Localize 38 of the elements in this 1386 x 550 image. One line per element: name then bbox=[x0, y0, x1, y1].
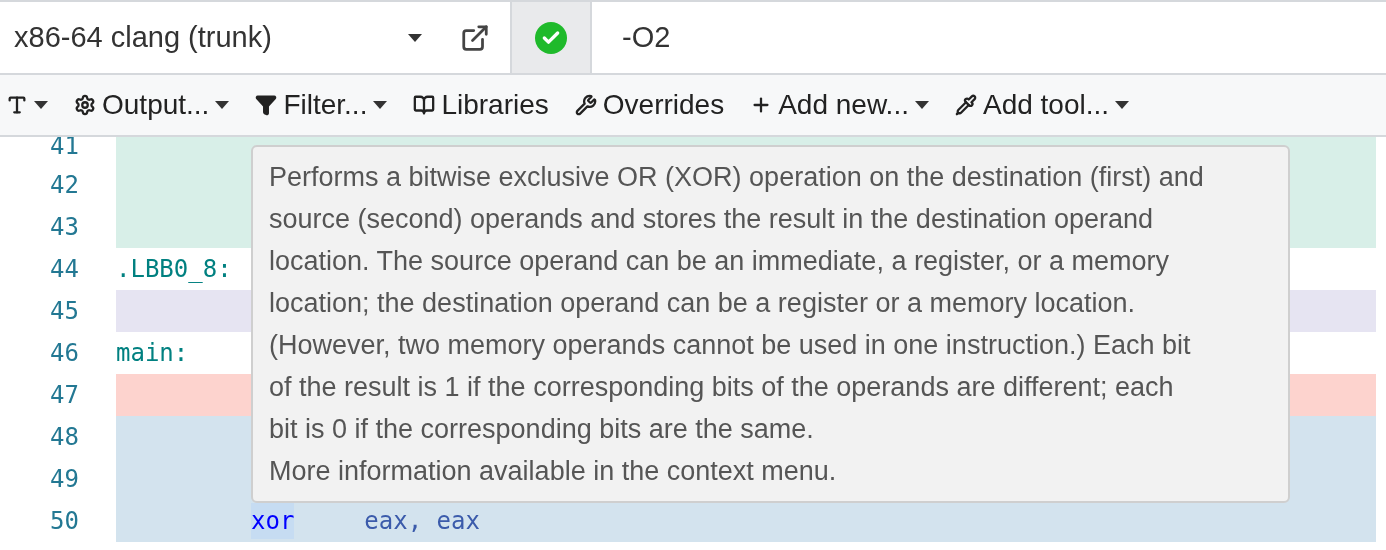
line-number: 46 bbox=[50, 338, 79, 369]
code-operands: eax, eax bbox=[364, 506, 480, 537]
overrides-menu-button[interactable]: Overrides bbox=[574, 84, 725, 126]
caret-icon bbox=[408, 33, 422, 42]
line-number: 50 bbox=[50, 506, 79, 537]
line-number: 48 bbox=[50, 422, 79, 453]
tool-menu-button[interactable]: Add tool... bbox=[954, 84, 1130, 126]
book-icon bbox=[413, 94, 436, 116]
line-number: 42 bbox=[50, 170, 79, 201]
line-number: 44 bbox=[50, 254, 79, 285]
gear-icon bbox=[74, 94, 96, 116]
external-link-icon bbox=[460, 22, 490, 53]
tooltip-text: location; the destination operand can be a register or a memory location. bbox=[269, 287, 1136, 320]
line-number: 47 bbox=[50, 380, 79, 411]
add-menu-button[interactable]: Add new... bbox=[750, 84, 929, 126]
tooltip-text: of the result is 1 if the corresponding bits of the operands are different; each bbox=[269, 371, 1175, 404]
wrench-icon bbox=[574, 94, 597, 116]
line-number: 45 bbox=[50, 296, 79, 327]
tooltip-text: bit is 0 if the corresponding bits are the same. bbox=[269, 413, 815, 446]
tooltip-text: More information available in the context menu. bbox=[269, 455, 838, 488]
font-icon bbox=[6, 94, 28, 116]
code-label: .LBB0_8: bbox=[116, 254, 232, 285]
line-number: 49 bbox=[50, 464, 79, 495]
tooltip-text: Performs a bitwise exclusive OR (XOR) operation on the destination (first) and bbox=[269, 161, 1205, 194]
font-menu-button[interactable] bbox=[6, 94, 48, 116]
dropper-icon bbox=[954, 94, 977, 116]
tooltip-text: location. The source operand can be an immediate, a register, or a memory bbox=[269, 245, 1170, 278]
filter-icon bbox=[255, 94, 278, 116]
libraries-menu-button[interactable]: Libraries bbox=[413, 84, 549, 126]
compiler-select[interactable]: x86-64 clang (trunk) bbox=[0, 2, 440, 73]
tooltip-text: (However, two memory operands cannot be used in one instruction.) Each bit bbox=[269, 329, 1192, 362]
filter-menu-button[interactable]: Filter... bbox=[255, 84, 388, 126]
output-menu-button[interactable]: Output... bbox=[74, 84, 230, 126]
code-opcode: xor bbox=[251, 503, 295, 539]
line-number: 43 bbox=[50, 212, 79, 243]
tooltip-text: source (second) operands and stores the result in the destination operand bbox=[269, 203, 1155, 236]
code-label: main: bbox=[116, 338, 189, 369]
line-number: 41 bbox=[50, 137, 79, 162]
